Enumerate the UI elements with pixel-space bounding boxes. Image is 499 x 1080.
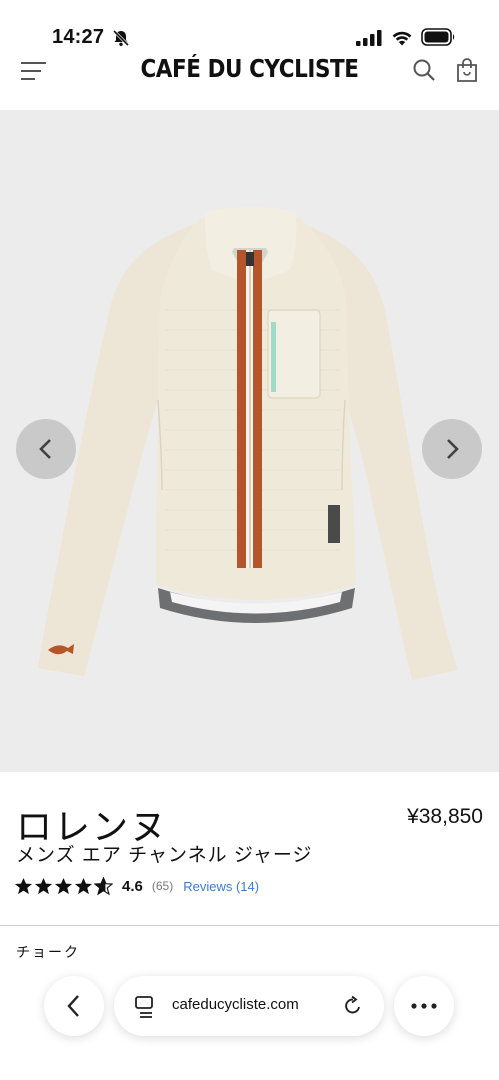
rating-value: 4.6 [122, 877, 143, 895]
signal-icon [356, 30, 382, 46]
tabs-icon [135, 996, 153, 1018]
star-icon [54, 877, 73, 894]
star-icon [14, 877, 33, 894]
star-icon [34, 877, 53, 894]
browser-back-button[interactable] [44, 976, 104, 1036]
reload-icon[interactable] [342, 995, 364, 1017]
more-icon [411, 1003, 437, 1009]
chevron-left-icon [39, 439, 51, 459]
product-gallery[interactable] [0, 110, 499, 772]
site-header: CAFÉ DU CYCLISTE [0, 48, 499, 108]
divider [0, 925, 499, 926]
brand-logo[interactable]: CAFÉ DU CYCLISTE [35, 54, 464, 83]
more-options-button[interactable] [394, 976, 454, 1036]
next-image-button[interactable] [422, 419, 482, 479]
status-time: 14:27 [52, 26, 105, 48]
product-price: ¥38,850 [407, 805, 483, 828]
rating-count: (65) [151, 879, 174, 893]
color-label: チョーク [16, 944, 80, 960]
rating-row: 4.6 (65) Reviews (14) [14, 875, 259, 897]
reviews-link[interactable]: Reviews (14) [183, 879, 259, 894]
wifi-icon [392, 31, 412, 46]
browser-toolbar: cafeducycliste.com [0, 960, 499, 1080]
previous-image-button[interactable] [16, 419, 76, 479]
chevron-left-icon [67, 995, 79, 1017]
star-icon [74, 877, 93, 894]
bag-icon[interactable] [456, 58, 478, 82]
search-icon[interactable] [412, 58, 436, 82]
chevron-right-icon [447, 439, 459, 459]
star-half-icon [94, 876, 113, 895]
address-bar[interactable]: cafeducycliste.com [114, 976, 384, 1036]
rating-stars [14, 876, 113, 896]
product-subtitle: メンズ エア チャンネル ジャージ [16, 845, 313, 866]
battery-icon [421, 28, 455, 46]
url-text: cafeducycliste.com [172, 996, 299, 1013]
bell-off-icon [112, 29, 130, 47]
product-info: ロレンヌ ¥38,850 メンズ エア チャンネル ジャージ 4.6 (65) … [0, 772, 499, 926]
